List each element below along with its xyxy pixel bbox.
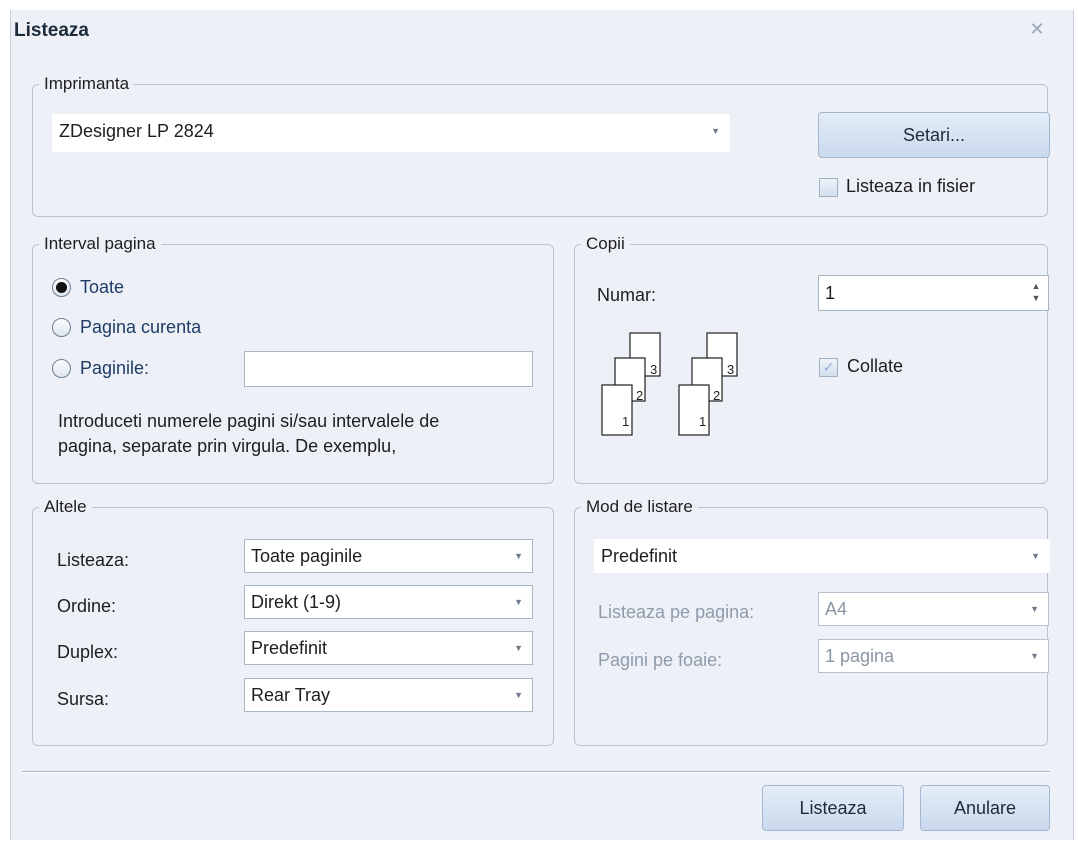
- other-order-select[interactable]: Direkt (1-9) ▼: [244, 585, 533, 619]
- chevron-down-icon: ▼: [1031, 551, 1040, 561]
- other-print-select[interactable]: Toate paginile ▼: [244, 539, 533, 573]
- radio-current-page-label[interactable]: Pagina curenta: [80, 317, 201, 338]
- other-source-select[interactable]: Rear Tray ▼: [244, 678, 533, 712]
- spinner-arrows-icon[interactable]: ▲ ▼: [1030, 280, 1042, 304]
- page-size-value: A4: [825, 599, 848, 619]
- other-order-value: Direkt (1-9): [251, 592, 342, 612]
- stack2-page-2: 2: [713, 388, 720, 403]
- pages-input[interactable]: [244, 351, 533, 387]
- other-duplex-select[interactable]: Predefinit ▼: [244, 631, 533, 665]
- print-to-file-checkbox[interactable]: [819, 178, 838, 197]
- copies-number-input[interactable]: 1 ▲ ▼: [818, 275, 1049, 311]
- page-size-label: Listeaza pe pagina:: [598, 602, 755, 622]
- collate-stack-1: [601, 332, 661, 436]
- other-legend: Altele: [39, 495, 92, 519]
- copies-number-value: 1: [825, 283, 836, 303]
- copies-legend: Copii: [581, 232, 630, 256]
- pages-per-sheet-select[interactable]: 1 pagina ▼: [818, 639, 1049, 673]
- radio-selected-dot: [56, 282, 67, 293]
- printer-settings-button[interactable]: Setari...: [818, 112, 1050, 158]
- radio-current-page[interactable]: [52, 318, 71, 337]
- stack2-page-1: 1: [699, 414, 706, 429]
- stack1-page-3: 3: [650, 362, 657, 377]
- close-icon[interactable]: ✕: [1024, 16, 1050, 42]
- print-button[interactable]: Listeaza: [762, 785, 904, 831]
- page-range-help-line1: Introduceti numerele pagini si/sau inter…: [58, 411, 440, 431]
- chevron-down-icon: ▼: [514, 597, 523, 607]
- other-print-value: Toate paginile: [251, 546, 363, 566]
- radio-pages[interactable]: [52, 359, 71, 378]
- radio-all-pages-label[interactable]: Toate: [80, 277, 124, 298]
- chevron-down-icon: ▼: [711, 126, 720, 136]
- collate-label[interactable]: Collate: [847, 356, 903, 377]
- chevron-down-icon: ▼: [1030, 604, 1039, 614]
- other-source-value: Rear Tray: [251, 685, 331, 705]
- other-source-label: Sursa:: [57, 689, 110, 709]
- chevron-down-icon: ▼: [1030, 651, 1039, 661]
- pages-per-sheet-label: Pagini pe foaie:: [598, 650, 723, 670]
- print-to-file-label[interactable]: Listeaza in fisier: [846, 176, 975, 197]
- stack1-page-2: 2: [636, 388, 643, 403]
- cancel-button[interactable]: Anulare: [920, 785, 1050, 831]
- copies-number-label: Numar:: [597, 285, 657, 305]
- pages-per-sheet-value: 1 pagina: [825, 646, 895, 666]
- other-order-label: Ordine:: [57, 596, 117, 616]
- page-range-help-line2: pagina, separate prin virgula. De exempl…: [58, 436, 397, 456]
- other-print-label: Listeaza:: [57, 550, 130, 570]
- collate-stack-2: [678, 332, 738, 436]
- radio-pages-label[interactable]: Paginile:: [80, 358, 149, 379]
- page-size-select[interactable]: A4 ▼: [818, 592, 1049, 626]
- printer-select[interactable]: ZDesigner LP 2824 ▼: [52, 114, 730, 152]
- collate-checkbox[interactable]: ✓: [819, 358, 838, 377]
- printer-select-value: ZDesigner LP 2824: [59, 121, 214, 141]
- chevron-down-icon: ▼: [514, 690, 523, 700]
- stack1-page-1: 1: [622, 414, 629, 429]
- dialog-title: Listeaza: [14, 20, 89, 41]
- chevron-down-icon: ▼: [514, 643, 523, 653]
- printer-legend: Imprimanta: [39, 72, 135, 96]
- chevron-down-icon: ▼: [514, 551, 523, 561]
- other-duplex-label: Duplex:: [57, 642, 119, 662]
- radio-all-pages[interactable]: [52, 278, 71, 297]
- print-mode-select[interactable]: Predefinit ▼: [594, 539, 1050, 573]
- page-range-legend: Interval pagina: [39, 232, 161, 256]
- print-mode-value: Predefinit: [601, 546, 678, 566]
- other-duplex-value: Predefinit: [251, 638, 328, 658]
- collate-illustration: 3 2 1 3 2 1: [601, 332, 738, 436]
- print-mode-legend: Mod de listare: [581, 495, 698, 519]
- stack2-page-3: 3: [727, 362, 734, 377]
- footer-divider: [22, 771, 1050, 773]
